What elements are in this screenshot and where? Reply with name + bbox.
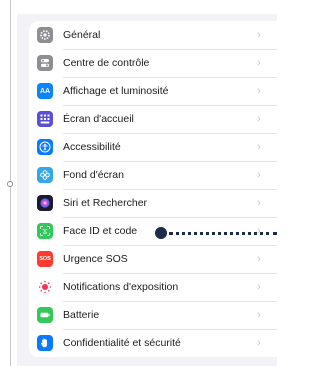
- chevron-right-icon: ›: [257, 57, 261, 69]
- chevron-right-icon: ›: [257, 337, 261, 349]
- accessibility-icon: [37, 139, 53, 155]
- aa-icon: AA: [37, 83, 53, 99]
- settings-row-control-center[interactable]: Centre de contrôle ›: [29, 49, 277, 77]
- settings-row-label: Affichage et luminosité: [63, 85, 169, 97]
- settings-row-label: Accessibilité: [63, 141, 121, 153]
- settings-row-accessibility[interactable]: Accessibilité ›: [29, 133, 277, 161]
- settings-row-emergency-sos[interactable]: SOS Urgence SOS ›: [29, 245, 277, 273]
- aa-glyph: AA: [39, 87, 51, 95]
- settings-list: Général › Centre de contrôle › AA Affich…: [29, 21, 277, 357]
- settings-row-privacy[interactable]: Confidentialité et sécurité ›: [29, 329, 277, 357]
- chevron-right-icon: ›: [257, 169, 261, 181]
- settings-row-label: Fond d'écran: [63, 169, 124, 181]
- callout-dotted-line: [169, 232, 277, 235]
- settings-row-siri[interactable]: Siri et Rechercher ›: [29, 189, 277, 217]
- divider-handle[interactable]: [7, 181, 13, 187]
- chevron-right-icon: ›: [257, 113, 261, 125]
- sos-icon: SOS: [37, 251, 53, 267]
- settings-row-wallpaper[interactable]: Fond d'écran ›: [29, 161, 277, 189]
- settings-row-label: Urgence SOS: [63, 253, 128, 265]
- sos-glyph: SOS: [39, 256, 51, 262]
- chevron-right-icon: ›: [257, 309, 261, 321]
- flower-icon: [37, 167, 53, 183]
- exposure-icon: [37, 279, 53, 295]
- settings-row-label: Confidentialité et sécurité: [63, 337, 181, 349]
- settings-row-home-screen[interactable]: Écran d'accueil ›: [29, 105, 277, 133]
- chevron-right-icon: ›: [257, 253, 261, 265]
- face-id-callout: [155, 226, 277, 240]
- settings-row-general[interactable]: Général ›: [29, 21, 277, 49]
- settings-row-label: Écran d'accueil: [63, 113, 134, 125]
- chevron-right-icon: ›: [257, 197, 261, 209]
- home-grid-icon: [37, 111, 53, 127]
- chevron-right-icon: ›: [257, 141, 261, 153]
- settings-row-battery[interactable]: Batterie ›: [29, 301, 277, 329]
- chevron-right-icon: ›: [257, 29, 261, 41]
- settings-row-exposure-notifications[interactable]: Notifications d'exposition ›: [29, 273, 277, 301]
- battery-icon: [37, 307, 53, 323]
- siri-icon: [37, 195, 53, 211]
- chevron-right-icon: ›: [257, 281, 261, 293]
- settings-panel: Général › Centre de contrôle › AA Affich…: [17, 14, 277, 366]
- chevron-right-icon: ›: [257, 85, 261, 97]
- settings-row-label: Notifications d'exposition: [63, 281, 179, 293]
- callout-dot: [155, 227, 167, 239]
- settings-row-display[interactable]: AA Affichage et luminosité ›: [29, 77, 277, 105]
- face-id-icon: [37, 223, 53, 239]
- gear-icon: [37, 27, 53, 43]
- settings-row-label: Général: [63, 29, 101, 41]
- settings-row-label: Batterie: [63, 309, 100, 321]
- settings-row-label: Centre de contrôle: [63, 57, 150, 69]
- hand-icon: [37, 335, 53, 351]
- settings-row-label: Siri et Rechercher: [63, 197, 148, 209]
- toggles-icon: [37, 55, 53, 71]
